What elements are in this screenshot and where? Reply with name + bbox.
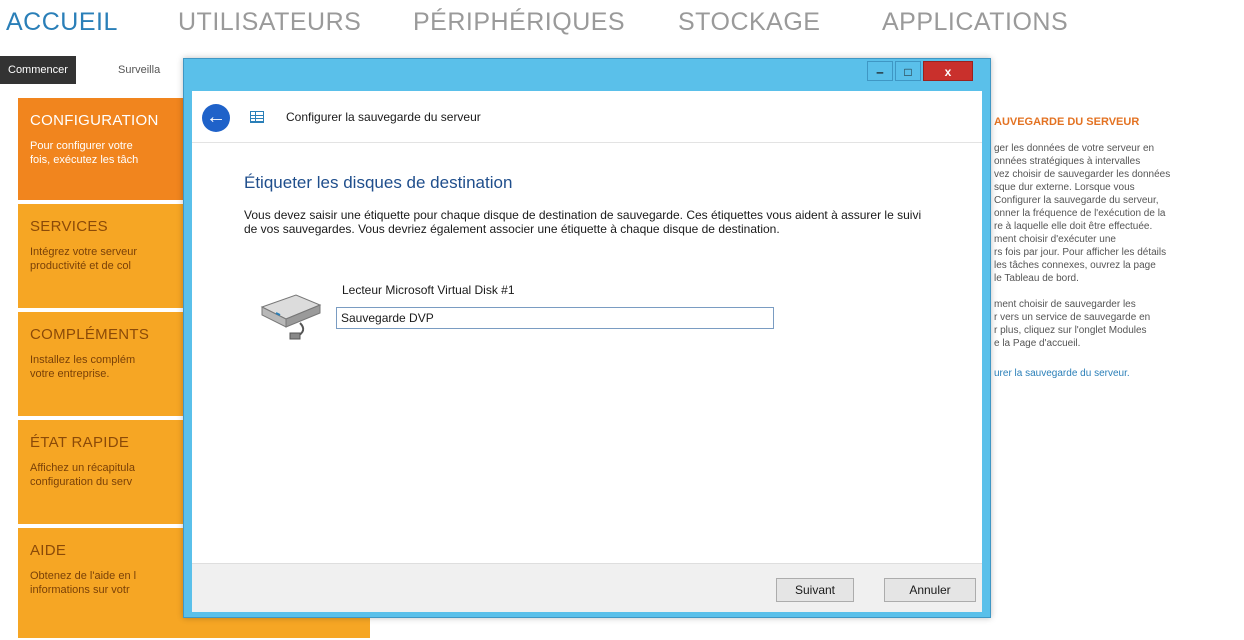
disk-drive-icon [260,294,322,340]
wizard-body: Étiqueter les disques de destination Vou… [192,143,982,563]
configure-backup-link[interactable]: urer la sauvegarde du serveur. [994,368,1244,379]
info-panel: AUVEGARDE DU SERVEUR ger les données de … [994,116,1244,379]
backup-wizard-window: ‒ □ x ← Configurer la sauvegarde du serv… [183,58,991,618]
maximize-button[interactable]: □ [895,61,921,81]
disk-label-input[interactable] [336,307,774,329]
subtab-surveillance[interactable]: Surveilla [110,56,168,84]
window-titlebar[interactable]: ‒ □ x [184,59,990,87]
wizard-title: Configurer la sauvegarde du serveur [286,110,481,124]
nav-peripheriques[interactable]: PÉRIPHÉRIQUES [413,8,625,37]
nav-stockage[interactable]: STOCKAGE [678,8,820,37]
server-essentials-dashboard: ACCUEIL UTILISATEURS PÉRIPHÉRIQUES STOCK… [0,0,1244,640]
tile-strip [18,624,370,638]
nav-applications[interactable]: APPLICATIONS [882,8,1068,37]
cancel-button[interactable]: Annuler [884,578,976,602]
info-panel-text: ment choisir de sauvegarder les r vers u… [994,299,1151,349]
top-navigation: ACCUEIL UTILISATEURS PÉRIPHÉRIQUES STOCK… [0,4,1244,44]
step-heading: Étiqueter les disques de destination [244,173,513,192]
wizard-header: ← Configurer la sauvegarde du serveur [192,91,982,143]
nav-utilisateurs[interactable]: UTILISATEURS [178,8,361,37]
next-button[interactable]: Suivant [776,578,854,602]
wizard-content: ← Configurer la sauvegarde du serveur Ét… [192,91,982,612]
wizard-app-icon [250,111,264,123]
info-panel-title: AUVEGARDE DU SERVEUR [994,116,1140,128]
minimize-button[interactable]: ‒ [867,61,893,81]
info-panel-text: ger les données de votre serveur en onné… [994,143,1171,284]
wizard-footer: Suivant Annuler [192,563,982,612]
close-button[interactable]: x [923,61,973,81]
step-description: Vous devez saisir une étiquette pour cha… [244,208,922,236]
back-arrow-icon[interactable]: ← [202,104,230,132]
subtab-commencer[interactable]: Commencer [0,56,76,84]
disk-name-label: Lecteur Microsoft Virtual Disk #1 [342,283,515,297]
nav-accueil[interactable]: ACCUEIL [6,8,118,37]
